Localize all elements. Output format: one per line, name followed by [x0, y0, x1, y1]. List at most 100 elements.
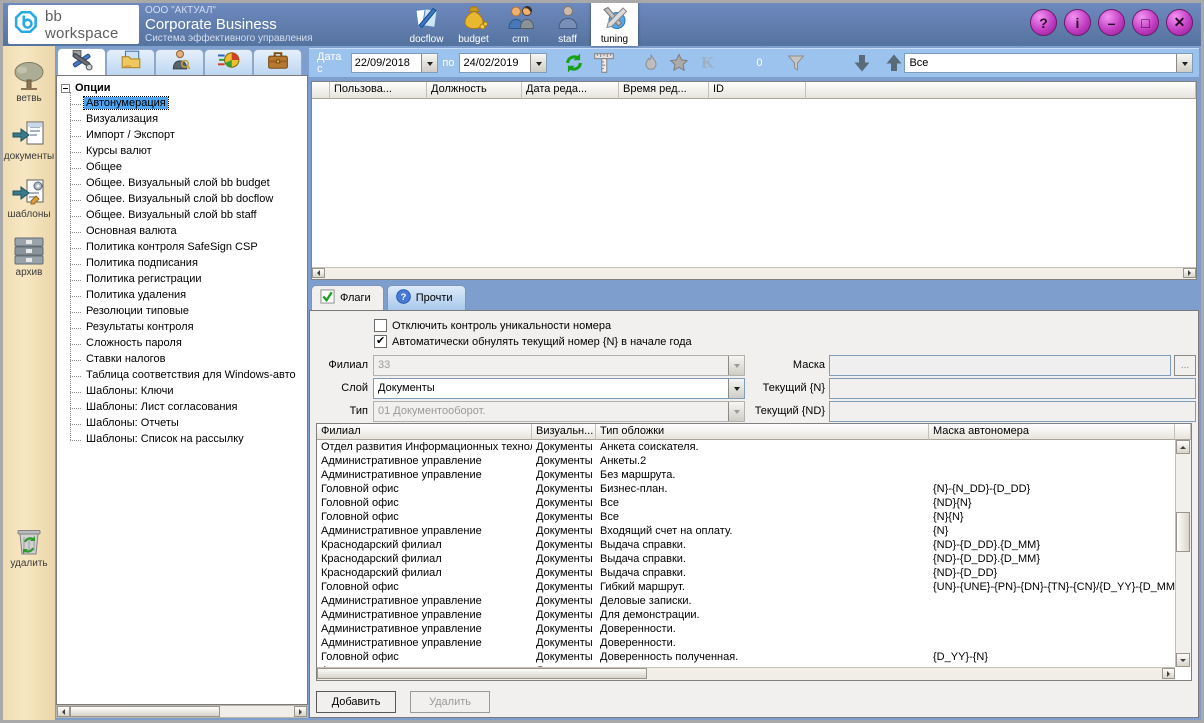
- scroll-down-icon[interactable]: [1176, 653, 1190, 667]
- add-button[interactable]: Добавить: [316, 691, 396, 713]
- tree-item[interactable]: Курсы валют: [70, 144, 306, 160]
- tree-item[interactable]: Шаблоны: Отчеты: [70, 416, 306, 432]
- table-row[interactable]: Головной офис Документы Доверенность пол…: [317, 650, 1175, 664]
- scroll-left-icon[interactable]: [312, 268, 325, 278]
- tree-item[interactable]: Таблица соответствия для Windows-авто: [70, 368, 306, 384]
- grid-column-header[interactable]: Дата реда...: [522, 82, 619, 99]
- module-staff[interactable]: staff: [544, 3, 591, 46]
- grid-column-header[interactable]: [312, 82, 330, 99]
- table-row[interactable]: Административное управление Документы Вх…: [317, 524, 1175, 538]
- tree-item[interactable]: Резолюции типовые: [70, 304, 306, 320]
- tab-folders[interactable]: [106, 49, 155, 75]
- scroll-right-icon[interactable]: [1162, 668, 1175, 679]
- grid-column-header[interactable]: Время ред...: [619, 82, 709, 99]
- module-tuning[interactable]: tuning: [591, 3, 638, 46]
- tree-item[interactable]: Общее. Визуальный слой bb staff: [70, 208, 306, 224]
- close-button[interactable]: ✕: [1166, 9, 1193, 36]
- help-button[interactable]: ?: [1030, 9, 1057, 36]
- grid-column-header[interactable]: Маска автономера: [929, 424, 1175, 440]
- grid-column-header[interactable]: [806, 82, 1196, 99]
- tree-item[interactable]: Политика подписания: [70, 256, 306, 272]
- table-row[interactable]: Административное управление Документы Ан…: [317, 454, 1175, 468]
- table-row[interactable]: Головной офис Документы Бизнес-план. {N}…: [317, 482, 1175, 496]
- tab-persons[interactable]: [155, 49, 204, 75]
- table-row[interactable]: Административное управление Документы До…: [317, 622, 1175, 636]
- date-from-combo[interactable]: 22/09/2018: [351, 53, 439, 73]
- rail-item-templates[interactable]: шаблоны: [3, 177, 55, 220]
- tab-read[interactable]: ? Прочти: [387, 285, 466, 310]
- move-up-icon[interactable]: [884, 53, 904, 73]
- table-row[interactable]: Административное управление Документы Дл…: [317, 608, 1175, 622]
- chevron-down-icon[interactable]: [421, 54, 437, 72]
- tree-item[interactable]: Импорт / Экспорт: [70, 128, 306, 144]
- grid-column-header[interactable]: Пользова...: [330, 82, 427, 99]
- tree-item[interactable]: Политика регистрации: [70, 272, 306, 288]
- filter-funnel-icon[interactable]: [786, 53, 806, 73]
- mask-field[interactable]: [829, 355, 1171, 376]
- tree-item[interactable]: Шаблоны: Ключи: [70, 384, 306, 400]
- tree-horizontal-scrollbar[interactable]: [56, 705, 308, 718]
- k-button[interactable]: K: [701, 53, 714, 73]
- tab-options[interactable]: [57, 48, 106, 75]
- rail-item-delete[interactable]: удалить: [3, 524, 55, 569]
- grid-vertical-scrollbar[interactable]: [1175, 440, 1191, 667]
- table-row[interactable]: Головной офис Документы Все {N}{N}: [317, 510, 1175, 524]
- ruler-icon[interactable]: [593, 52, 615, 74]
- checkbox[interactable]: [374, 335, 387, 348]
- table-row[interactable]: Краснодарский филиал Документы Выдача сп…: [317, 538, 1175, 552]
- scroll-right-icon[interactable]: [294, 706, 307, 717]
- maximize-button[interactable]: □: [1132, 9, 1159, 36]
- tree-item[interactable]: Визуализация: [70, 112, 306, 128]
- scroll-left-icon[interactable]: [57, 706, 70, 717]
- tree-item[interactable]: Политика контроля SafeSign CSP: [70, 240, 306, 256]
- rail-item-documents[interactable]: документы: [3, 119, 55, 162]
- tree-item[interactable]: Общее: [70, 160, 306, 176]
- refresh-icon[interactable]: [563, 52, 585, 74]
- module-crm[interactable]: crm: [497, 3, 544, 46]
- tree-item[interactable]: Ставки налогов: [70, 352, 306, 368]
- tree-item[interactable]: Результаты контроля: [70, 320, 306, 336]
- tree-item[interactable]: Общее. Визуальный слой bb budget: [70, 176, 306, 192]
- table-row[interactable]: Краснодарский филиал Документы Выдача сп…: [317, 552, 1175, 566]
- tab-briefcase[interactable]: [253, 49, 302, 75]
- tree-root[interactable]: Опции: [61, 80, 306, 96]
- rail-item-branch[interactable]: ветвь: [3, 61, 55, 104]
- grid-column-header[interactable]: Тип обложки: [596, 424, 929, 440]
- module-budget[interactable]: budget: [450, 3, 497, 46]
- table-row[interactable]: Административное управление Документы До…: [317, 636, 1175, 650]
- tree-item[interactable]: Сложность пароля: [70, 336, 306, 352]
- scroll-thumb[interactable]: [1176, 512, 1190, 552]
- tab-reports[interactable]: [204, 49, 253, 75]
- scroll-right-icon[interactable]: [1183, 268, 1196, 278]
- scroll-thumb[interactable]: [70, 706, 220, 717]
- history-grid-hscrollbar[interactable]: [312, 267, 1196, 279]
- tree-item[interactable]: Шаблоны: Список на рассылку: [70, 432, 306, 448]
- table-row[interactable]: Отдел развития Информационных технологий…: [317, 440, 1175, 454]
- scope-combo[interactable]: Все: [904, 53, 1193, 73]
- delete-button[interactable]: Удалить: [410, 691, 490, 713]
- tree-item[interactable]: Общее. Визуальный слой bb docflow: [70, 192, 306, 208]
- grid-column-header[interactable]: ID: [709, 82, 806, 99]
- grid-column-header[interactable]: Визуальн...: [532, 424, 596, 440]
- layer-combo[interactable]: Документы: [373, 378, 745, 399]
- scroll-thumb[interactable]: [317, 668, 647, 679]
- table-row[interactable]: Головной офис Документы Все {ND}{N}: [317, 496, 1175, 510]
- checkbox[interactable]: [374, 319, 387, 332]
- current-n-field[interactable]: [829, 378, 1196, 399]
- table-row[interactable]: Головной офис Документы Гибкий маршрут. …: [317, 580, 1175, 594]
- grid-column-header[interactable]: Филиал: [317, 424, 532, 440]
- flame-icon[interactable]: [641, 53, 661, 73]
- info-button[interactable]: i: [1064, 9, 1091, 36]
- star-icon[interactable]: [669, 53, 689, 73]
- minimize-button[interactable]: –: [1098, 9, 1125, 36]
- grid-horizontal-scrollbar[interactable]: [317, 667, 1175, 680]
- collapse-icon[interactable]: [61, 84, 70, 93]
- tree-item[interactable]: Шаблоны: Лист согласования: [70, 400, 306, 416]
- tree-item[interactable]: Автонумерация: [70, 96, 306, 112]
- date-to-combo[interactable]: 24/02/2019: [459, 53, 547, 73]
- current-nd-field[interactable]: [829, 401, 1196, 422]
- table-row[interactable]: Административное управление Документы Бе…: [317, 468, 1175, 482]
- tree-item[interactable]: Основная валюта: [70, 224, 306, 240]
- mask-browse-button[interactable]: ...: [1174, 355, 1196, 376]
- tab-flags[interactable]: Флаги: [311, 285, 384, 310]
